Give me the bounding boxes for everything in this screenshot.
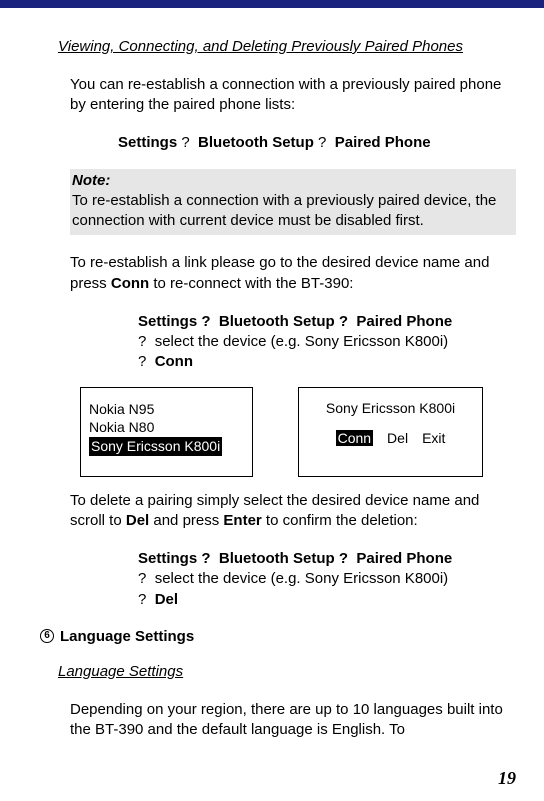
step-settings: Settings ? [138, 313, 211, 330]
nav-bluetooth: Bluetooth Setup [198, 134, 314, 151]
step-bluetooth: Bluetooth Setup ? [219, 550, 348, 567]
step-bluetooth: Bluetooth Setup ? [219, 313, 348, 330]
list-item-selected: Sony Ericsson K800i [89, 437, 222, 456]
step-paired: Paired Phone [356, 313, 452, 330]
language-para: Depending on your region, there are up t… [70, 700, 516, 741]
nav-path-1: Settings ? Bluetooth Setup ? Paired Phon… [118, 134, 516, 151]
step-select: select the device (e.g. Sony Ericsson K8… [155, 570, 448, 587]
text: to confirm the deletion: [262, 512, 418, 529]
header-bar [0, 0, 544, 8]
device-title: Sony Ericsson K800i [299, 400, 482, 416]
del-button: Del [387, 430, 408, 446]
delete-para: To delete a pairing simply select the de… [70, 491, 516, 532]
bullet-number-icon: 6 [40, 629, 54, 643]
intro-paragraph: You can re-establish a connection with a… [70, 75, 516, 116]
conn-button: Conn [336, 430, 373, 446]
section-title-language: Language Settings [58, 663, 516, 680]
nav-settings: Settings [118, 134, 177, 151]
q-mark: ? [138, 591, 146, 608]
bullet-heading-language: 6 Language Settings [40, 628, 516, 645]
enter-bold: Enter [223, 512, 261, 529]
step-conn: Conn [155, 353, 193, 370]
nav-paired: Paired Phone [335, 134, 431, 151]
nav-arrow: ? [181, 134, 189, 151]
q-mark: ? [138, 333, 146, 350]
screen-row: Nokia N95 Nokia N80 Sony Ericsson K800i … [80, 387, 516, 477]
device-list-screen: Nokia N95 Nokia N80 Sony Ericsson K800i [80, 387, 253, 477]
exit-button: Exit [422, 430, 445, 446]
list-item: Nokia N80 [89, 418, 244, 437]
q-mark: ? [138, 570, 146, 587]
note-box: Note: To re-establish a connection with … [70, 169, 516, 236]
text: to re-connect with the BT-390: [149, 275, 353, 292]
step-select: select the device (e.g. Sony Ericsson K8… [155, 333, 448, 350]
steps-conn: Settings ? Bluetooth Setup ? Paired Phon… [138, 312, 516, 373]
steps-del: Settings ? Bluetooth Setup ? Paired Phon… [138, 549, 516, 610]
conn-bold: Conn [111, 275, 149, 292]
nav-arrow: ? [318, 134, 326, 151]
note-text: To re-establish a connection with a prev… [72, 191, 514, 232]
step-paired: Paired Phone [356, 550, 452, 567]
note-label: Note: [72, 171, 514, 191]
page-number: 19 [498, 768, 516, 789]
list-item: Nokia N95 [89, 400, 244, 419]
step-del: Del [155, 591, 178, 608]
bullet-heading-text: Language Settings [60, 628, 194, 645]
text: and press [149, 512, 223, 529]
del-bold: Del [126, 512, 149, 529]
section-title-viewing: Viewing, Connecting, and Deleting Previo… [58, 38, 516, 55]
page-content: Viewing, Connecting, and Deleting Previo… [0, 8, 544, 740]
reestablish-para: To re-establish a link please go to the … [70, 253, 516, 294]
device-action-screen: Sony Ericsson K800i Conn Del Exit [298, 387, 483, 477]
step-settings: Settings ? [138, 550, 211, 567]
q-mark: ? [138, 353, 146, 370]
